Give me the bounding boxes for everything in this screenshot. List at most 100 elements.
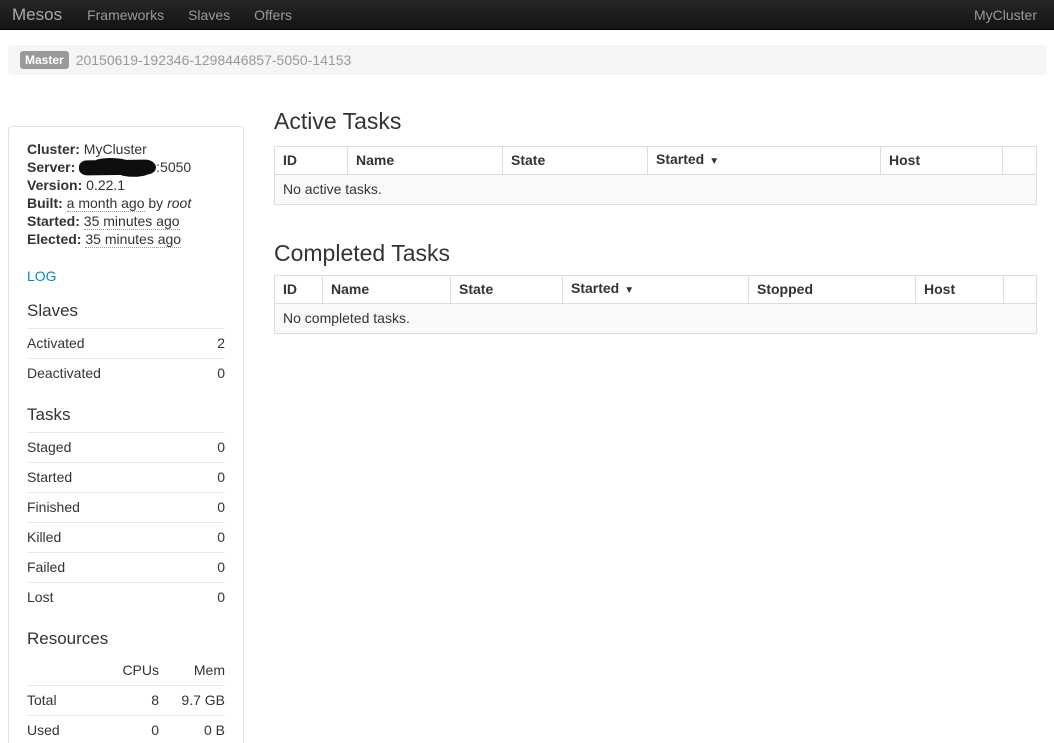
col-actions <box>1004 276 1037 304</box>
sort-desc-icon: ▼ <box>709 156 719 167</box>
completed-tasks-table: ID Name State Started ▼ Stopped Host No c… <box>274 275 1037 334</box>
stat-value: 0 <box>200 463 225 493</box>
stat-row: Staged 0 <box>27 433 225 463</box>
detail-server: Server: :5050 <box>27 158 225 176</box>
col-stopped[interactable]: Stopped <box>749 276 916 304</box>
slaves-section-title: Slaves <box>27 300 225 321</box>
built-time: a month ago <box>67 195 145 212</box>
version-value: 0.22.1 <box>86 177 125 193</box>
nav-item-slaves[interactable]: Slaves <box>176 0 242 30</box>
completed-tasks-header-row: ID Name State Started ▼ Stopped Host <box>275 276 1037 304</box>
log-link[interactable]: LOG <box>27 268 57 284</box>
col-host[interactable]: Host <box>916 276 1004 304</box>
stat-value: 0 <box>200 583 225 613</box>
server-redaction <box>79 159 156 175</box>
stat-row: Activated 2 <box>27 329 225 359</box>
detail-built: Built: a month ago by root <box>27 194 225 212</box>
built-label: Built: <box>27 195 63 211</box>
stat-value: 0 <box>200 523 225 553</box>
resources-header-row: CPUs Mem <box>27 656 225 686</box>
brand-link[interactable]: Mesos <box>0 0 75 29</box>
nav-item-offers[interactable]: Offers <box>242 0 304 30</box>
active-tasks-header-row: ID Name State Started ▼ Host <box>275 147 1037 175</box>
active-tasks-table: ID Name State Started ▼ Host No active ta… <box>274 146 1037 205</box>
stat-value: 0 <box>200 433 225 463</box>
detail-elected: Elected: 35 minutes ago <box>27 230 225 248</box>
detail-cluster: Cluster: MyCluster <box>27 140 225 158</box>
master-id: 20150619-192346-1298446857-5050-14153 <box>76 52 352 68</box>
resources-stat-table: CPUs Mem Total 8 9.7 GB Used 0 0 B Offer… <box>27 656 225 743</box>
tasks-stat-table: Staged 0 Started 0 Finished 0 Killed 0 F… <box>27 432 225 612</box>
col-actions <box>1003 147 1037 175</box>
stat-value: 0 <box>200 493 225 523</box>
stat-row: Finished 0 <box>27 493 225 523</box>
master-bar: Master 20150619-192346-1298446857-5050-1… <box>8 45 1046 75</box>
col-started[interactable]: Started ▼ <box>563 276 749 304</box>
stat-label: Used <box>27 716 99 743</box>
stat-label: Killed <box>27 523 200 553</box>
detail-started: Started: 35 minutes ago <box>27 212 225 230</box>
col-state[interactable]: State <box>451 276 563 304</box>
col-id[interactable]: ID <box>275 147 348 175</box>
stat-value: 2 <box>206 329 225 359</box>
completed-tasks-empty-row: No completed tasks. <box>275 304 1037 334</box>
nav-item-frameworks[interactable]: Frameworks <box>75 0 176 30</box>
col-started[interactable]: Started ▼ <box>648 147 881 175</box>
main-content: Active Tasks ID Name State Started ▼ Host… <box>274 108 1037 334</box>
stat-cpus: 0 <box>99 716 159 743</box>
master-details: Cluster: MyCluster Server: :5050 Version… <box>27 140 225 248</box>
resources-section-title: Resources <box>27 628 225 649</box>
active-tasks-empty-row: No active tasks. <box>275 175 1037 205</box>
col-state[interactable]: State <box>503 147 648 175</box>
active-tasks-title: Active Tasks <box>274 108 1037 135</box>
cluster-value: MyCluster <box>84 141 147 157</box>
col-id[interactable]: ID <box>275 276 323 304</box>
stat-label: Finished <box>27 493 200 523</box>
col-host[interactable]: Host <box>881 147 1003 175</box>
stat-label: Activated <box>27 329 206 359</box>
navbar: Mesos Frameworks Slaves Offers MyCluster <box>0 0 1054 30</box>
sidebar-panel: Cluster: MyCluster Server: :5050 Version… <box>8 126 244 743</box>
completed-tasks-title: Completed Tasks <box>274 240 1037 267</box>
col-name[interactable]: Name <box>323 276 451 304</box>
elected-time: 35 minutes ago <box>85 231 181 248</box>
completed-tasks-empty-message: No completed tasks. <box>275 304 1037 334</box>
stat-value: 0 <box>206 359 225 389</box>
started-time: 35 minutes ago <box>84 213 180 230</box>
stat-label: Lost <box>27 583 200 613</box>
server-label: Server: <box>27 159 75 175</box>
built-user: root <box>167 195 191 211</box>
started-label: Started: <box>27 213 80 229</box>
stat-label: Started <box>27 463 200 493</box>
stat-label: Total <box>27 686 99 716</box>
resources-row: Total 8 9.7 GB <box>27 686 225 716</box>
stat-row: Killed 0 <box>27 523 225 553</box>
cluster-label: Cluster: <box>27 141 80 157</box>
navbar-menu: Frameworks Slaves Offers <box>75 0 304 29</box>
resources-header-mem: Mem <box>159 656 225 686</box>
stat-row: Started 0 <box>27 463 225 493</box>
stat-mem: 0 B <box>159 716 225 743</box>
server-port: :5050 <box>156 159 191 175</box>
resources-header-empty <box>27 656 99 686</box>
col-name[interactable]: Name <box>348 147 503 175</box>
elected-label: Elected: <box>27 231 81 247</box>
stat-value: 0 <box>200 553 225 583</box>
stat-cpus: 8 <box>99 686 159 716</box>
resources-row: Used 0 0 B <box>27 716 225 743</box>
active-tasks-empty-message: No active tasks. <box>275 175 1037 205</box>
resources-header-cpus: CPUs <box>99 656 159 686</box>
col-started-label: Started <box>656 151 704 167</box>
stat-mem: 9.7 GB <box>159 686 225 716</box>
tasks-section-title: Tasks <box>27 404 225 425</box>
stat-label: Failed <box>27 553 200 583</box>
version-label: Version: <box>27 177 82 193</box>
cluster-name-label: MyCluster <box>974 0 1054 29</box>
navbar-spacer <box>304 0 974 29</box>
stat-row: Failed 0 <box>27 553 225 583</box>
sort-desc-icon: ▼ <box>624 285 634 296</box>
master-badge: Master <box>20 51 69 69</box>
col-started-label: Started <box>571 280 619 296</box>
detail-version: Version: 0.22.1 <box>27 176 225 194</box>
stat-label: Staged <box>27 433 200 463</box>
